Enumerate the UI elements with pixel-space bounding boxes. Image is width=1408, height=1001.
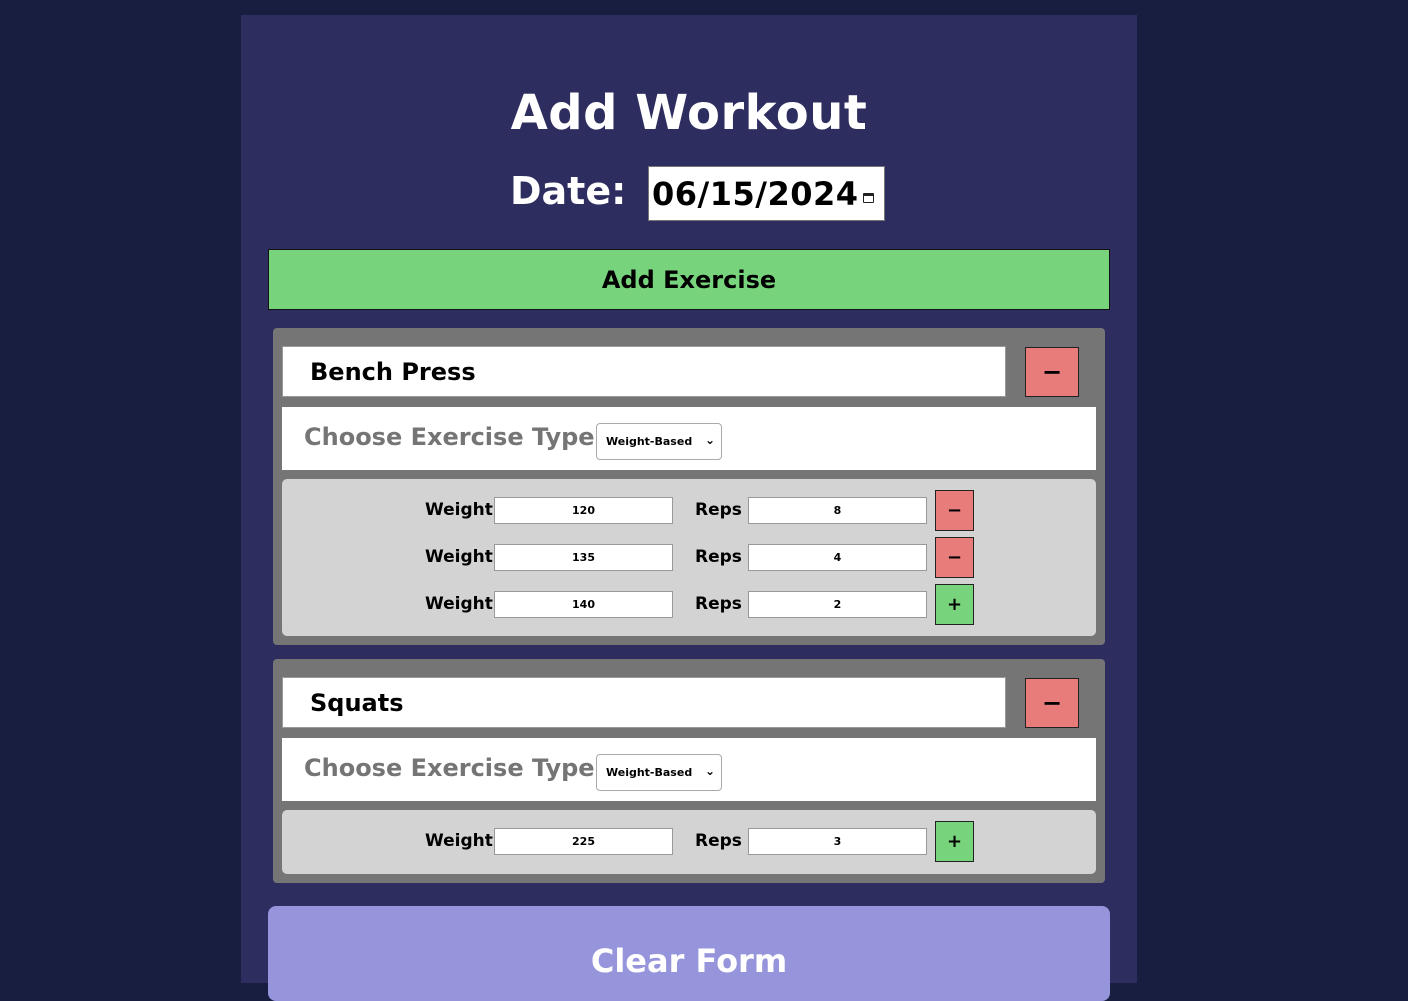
exercise-name-input[interactable]: Squats <box>282 677 1006 728</box>
reps-label: Reps <box>695 594 742 614</box>
exercise-type-row: Choose Exercise Type: Weight-Based ⌄ <box>282 738 1096 801</box>
remove-exercise-button[interactable]: − <box>1025 347 1079 397</box>
exercise-type-select[interactable]: Weight-Based ⌄ <box>596 754 722 791</box>
weight-input[interactable]: 135 <box>494 544 673 571</box>
weight-label: Weight <box>425 500 493 520</box>
date-label: Date: <box>510 169 627 213</box>
exercise-card: Bench Press − Choose Exercise Type: Weig… <box>273 328 1105 645</box>
set-row: Weight 120 Reps 8 − <box>282 490 1096 531</box>
date-input[interactable]: 06/15/2024 <box>648 166 885 221</box>
weight-label: Weight <box>425 547 493 567</box>
chevron-down-icon: ⌄ <box>704 433 715 447</box>
exercise-name-input[interactable]: Bench Press <box>282 346 1006 397</box>
reps-input[interactable]: 2 <box>748 591 927 618</box>
weight-input[interactable]: 225 <box>494 828 673 855</box>
reps-label: Reps <box>695 500 742 520</box>
add-exercise-button[interactable]: Add Exercise <box>268 249 1110 310</box>
clear-form-button[interactable]: Clear Form <box>268 906 1110 1001</box>
exercise-type-value: Weight-Based <box>606 766 693 779</box>
remove-exercise-button[interactable]: − <box>1025 678 1079 728</box>
remove-set-button[interactable]: − <box>935 490 974 531</box>
date-value: 06/15/2024 <box>652 174 859 213</box>
exercise-type-row: Choose Exercise Type: Weight-Based ⌄ <box>282 407 1096 470</box>
weight-input[interactable]: 120 <box>494 497 673 524</box>
exercise-type-select[interactable]: Weight-Based ⌄ <box>596 423 722 460</box>
exercise-card: Squats − Choose Exercise Type: Weight-Ba… <box>273 659 1105 883</box>
remove-set-button[interactable]: − <box>935 537 974 578</box>
workout-form-panel: Add Workout Date: 06/15/2024 Add Exercis… <box>241 15 1137 1001</box>
page-title: Add Workout <box>510 85 868 141</box>
calendar-icon[interactable] <box>863 193 874 203</box>
sets-area: Weight 120 Reps 8 − Weight 135 Reps 4 − … <box>282 479 1096 636</box>
reps-input[interactable]: 4 <box>748 544 927 571</box>
exercise-type-label: Choose Exercise Type: <box>304 754 605 782</box>
set-row: Weight 135 Reps 4 − <box>282 537 1096 578</box>
chevron-down-icon: ⌄ <box>704 764 715 778</box>
sets-area: Weight 225 Reps 3 + <box>282 810 1096 874</box>
exercise-type-label: Choose Exercise Type: <box>304 423 605 451</box>
reps-label: Reps <box>695 831 742 851</box>
exercise-type-value: Weight-Based <box>606 435 693 448</box>
weight-label: Weight <box>425 594 493 614</box>
add-set-button[interactable]: + <box>935 821 974 862</box>
set-row: Weight 225 Reps 3 + <box>282 821 1096 862</box>
set-row: Weight 140 Reps 2 + <box>282 584 1096 625</box>
reps-input[interactable]: 3 <box>748 828 927 855</box>
weight-input[interactable]: 140 <box>494 591 673 618</box>
reps-label: Reps <box>695 547 742 567</box>
reps-input[interactable]: 8 <box>748 497 927 524</box>
weight-label: Weight <box>425 831 493 851</box>
add-set-button[interactable]: + <box>935 584 974 625</box>
